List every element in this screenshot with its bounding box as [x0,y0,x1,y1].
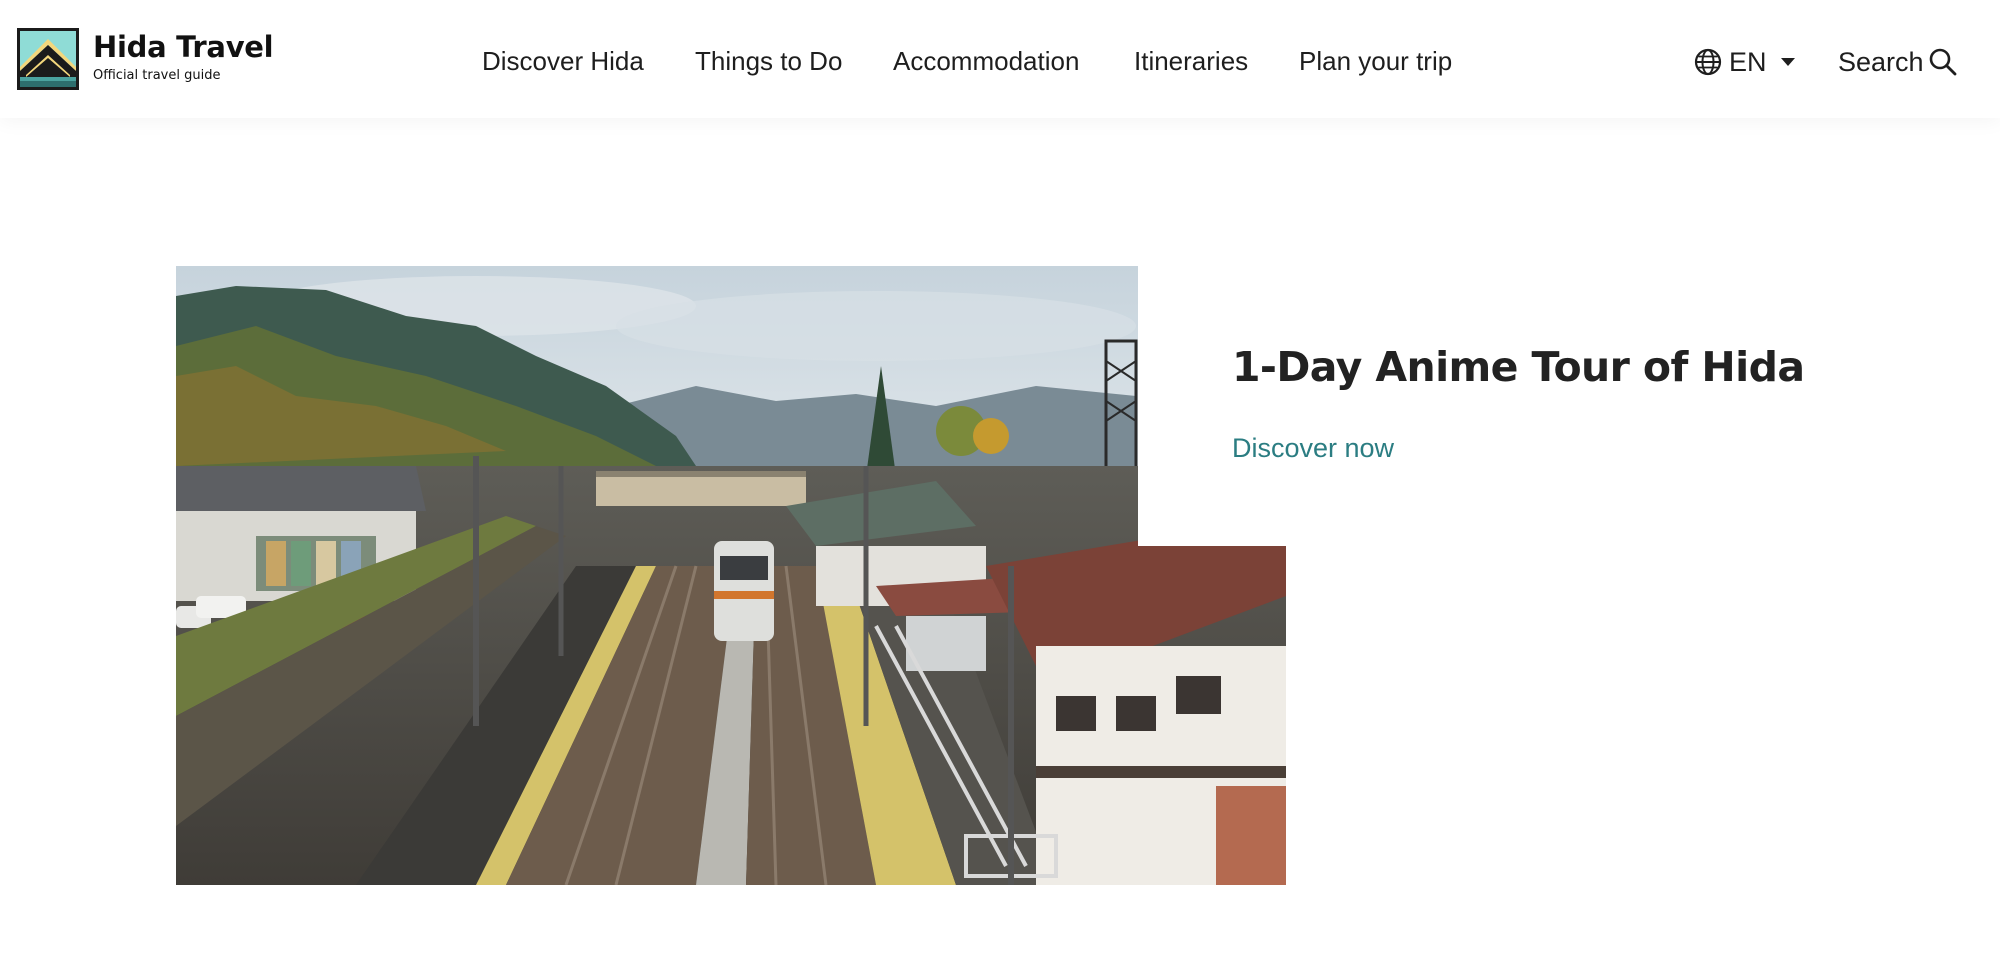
railway-station-photo [176,266,1286,885]
language-label: EN [1729,47,1767,77]
language-selector[interactable]: EN [1694,44,1795,80]
image-notch [1138,266,1286,546]
nav-item-things-to-do[interactable]: Things to Do [695,44,842,78]
globe-icon [1694,48,1722,76]
nav-item-plan-your-trip[interactable]: Plan your trip [1299,44,1452,78]
caret-down-icon [1780,58,1795,66]
nav-item-accommodation[interactable]: Accommodation [893,44,1079,78]
search-icon [1929,48,1956,76]
nav-item-itineraries[interactable]: Itineraries [1134,44,1248,78]
site-header: Hida Travel Official travel guide Discov… [0,0,2000,118]
nav-item-discover-hida[interactable]: Discover Hida [482,44,644,78]
discover-now-link[interactable]: Discover now [1232,430,1394,466]
feature-image[interactable] [176,266,1286,885]
search-button[interactable]: Search [1838,44,1958,80]
search-label: Search [1838,47,1924,77]
feature-title: 1-Day Anime Tour of Hida [1232,343,1805,391]
